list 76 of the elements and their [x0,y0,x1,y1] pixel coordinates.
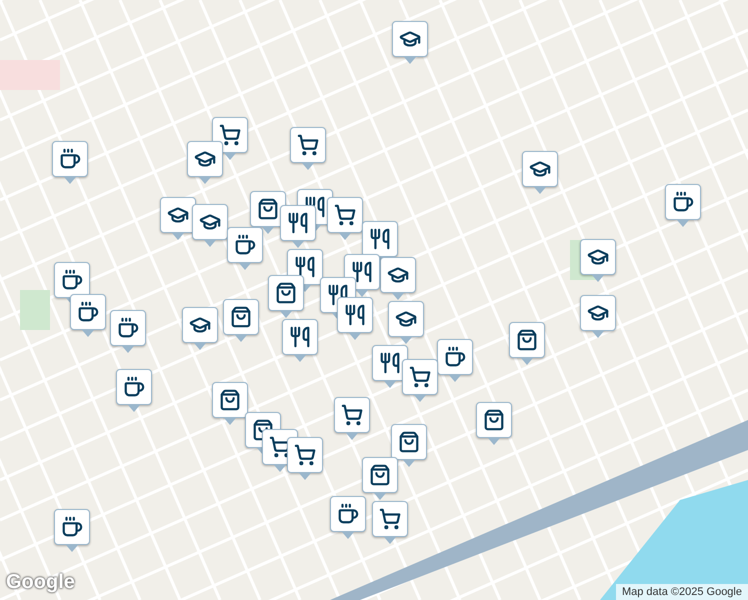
coffee-cup-icon [337,503,359,525]
map-pin[interactable] [580,239,616,281]
map-pin[interactable] [212,382,248,424]
map-pin[interactable] [192,204,228,246]
shopping-bag-icon [398,431,420,453]
shopping-bag-icon [516,329,538,351]
fork-knife-icon [304,196,326,218]
map-pin[interactable] [392,21,428,63]
map-pin[interactable] [70,294,106,336]
map-pin[interactable] [372,501,408,543]
map-pin[interactable] [110,310,146,352]
fork-knife-icon [287,212,309,234]
coffee-cup-icon [123,376,145,398]
map-pin[interactable] [52,141,88,183]
map-pin[interactable] [437,339,473,381]
shopping-bag-icon [252,419,274,441]
coffee-cup-icon [234,234,256,256]
map-pin[interactable] [402,359,438,401]
fork-knife-icon [351,261,373,283]
map-pin[interactable] [227,227,263,269]
shopping-cart-icon [379,508,401,530]
map-pin[interactable] [54,262,90,304]
coffee-cup-icon [672,191,694,213]
shopping-bag-icon [219,389,241,411]
map-pin[interactable] [280,205,316,247]
shopping-bag-icon [275,282,297,304]
map-pin[interactable] [282,319,318,361]
shopping-bag-icon [483,409,505,431]
fork-knife-icon [344,304,366,326]
map-pin[interactable] [388,301,424,343]
shopping-cart-icon [297,134,319,156]
shopping-cart-icon [341,404,363,426]
map-pin[interactable] [509,322,545,364]
map-pin[interactable] [182,307,218,349]
map-pin[interactable] [362,457,398,499]
fork-knife-icon [294,256,316,278]
fork-knife-icon [289,326,311,348]
coffee-cup-icon [61,516,83,538]
map-pin[interactable] [54,509,90,551]
map-pin[interactable] [522,151,558,193]
map-pin[interactable] [380,257,416,299]
fork-knife-icon [369,228,391,250]
map-pin[interactable] [330,496,366,538]
google-logo: Google [6,571,75,594]
fork-knife-icon [379,352,401,374]
map-pin[interactable] [160,197,196,239]
map-pin[interactable] [334,397,370,439]
map-pin[interactable] [372,345,408,387]
map-pin[interactable] [187,141,223,183]
map-pin[interactable] [327,197,363,239]
map-pin[interactable] [212,117,248,159]
shopping-bag-icon [230,306,252,328]
shopping-cart-icon [334,204,356,226]
map-pin[interactable] [287,437,323,479]
coffee-cup-icon [444,346,466,368]
map-pin[interactable] [116,369,152,411]
map-pin[interactable] [223,299,259,341]
shopping-bag-icon [369,464,391,486]
coffee-cup-icon [117,317,139,339]
fork-knife-icon [327,284,349,306]
shopping-cart-icon [294,444,316,466]
shopping-cart-icon [219,124,241,146]
shopping-cart-icon [409,366,431,388]
map-attribution: Map data ©2025 Google [616,584,748,600]
coffee-cup-icon [77,301,99,323]
map-pin[interactable] [268,275,304,317]
map-pin[interactable] [391,424,427,466]
coffee-cup-icon [59,148,81,170]
map-pin[interactable] [665,184,701,226]
map-pin[interactable] [476,402,512,444]
coffee-cup-icon [61,269,83,291]
map-pin[interactable] [337,297,373,339]
map-pin[interactable] [290,127,326,169]
map-pin[interactable] [580,295,616,337]
shopping-bag-icon [257,198,279,220]
map-pin[interactable] [250,191,286,233]
